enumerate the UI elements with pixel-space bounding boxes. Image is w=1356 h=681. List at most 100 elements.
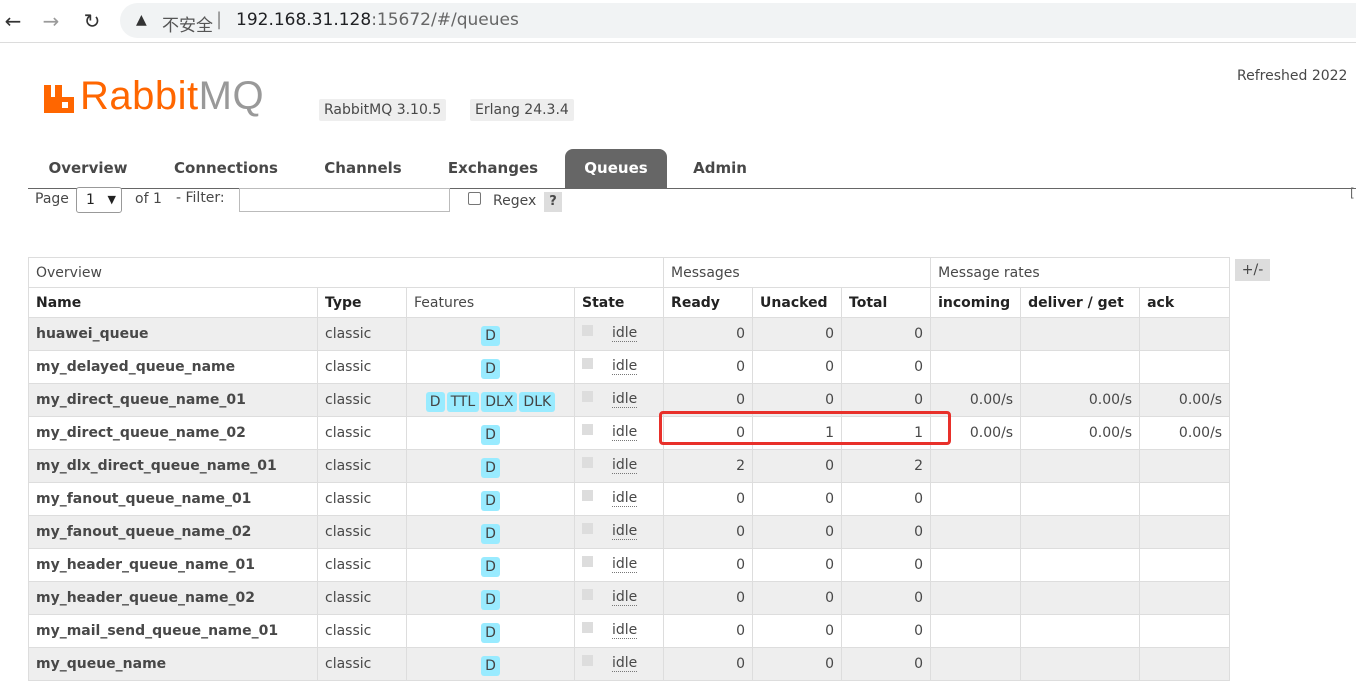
unacked-count: 0 xyxy=(752,317,843,351)
state-indicator-icon xyxy=(582,457,593,468)
reload-icon[interactable]: ↻ xyxy=(79,8,105,34)
feature-badge: D xyxy=(481,557,500,577)
tab-connections[interactable]: Connections xyxy=(166,149,286,188)
col-ack[interactable]: ack xyxy=(1139,287,1231,318)
page-select[interactable]: 1 ▼ xyxy=(76,187,122,213)
col-name[interactable]: Name xyxy=(28,287,318,318)
queue-name-link[interactable]: my_direct_queue_name_02 xyxy=(28,416,318,450)
tab-channels[interactable]: Channels xyxy=(315,149,411,188)
deliver-get-rate xyxy=(1020,317,1141,351)
total-count: 0 xyxy=(841,482,932,516)
state-label: idle xyxy=(612,523,638,540)
feature-badge: TTL xyxy=(446,392,480,412)
regex-label: Regex xyxy=(493,193,537,209)
total-count: 0 xyxy=(841,317,932,351)
tab-queues[interactable]: Queues xyxy=(565,149,667,188)
incoming-rate xyxy=(930,647,1022,681)
queue-name-link[interactable]: my_delayed_queue_name xyxy=(28,350,318,384)
queue-state: idle xyxy=(573,350,665,384)
filter-label: - Filter: xyxy=(176,190,225,206)
queue-name-link[interactable]: my_header_queue_name_01 xyxy=(28,548,318,582)
incoming-rate xyxy=(930,581,1022,615)
queue-state: idle xyxy=(573,614,665,648)
table-row[interactable]: my_fanout_queue_name_01 classic Didle 0 0 0 xyxy=(28,482,1231,516)
deliver-get-rate xyxy=(1020,350,1141,384)
col-type[interactable]: Type xyxy=(317,287,407,318)
queue-type: classic xyxy=(317,449,407,483)
ack-rate xyxy=(1139,515,1231,549)
table-row[interactable]: my_dlx_direct_queue_name_01 classic Didle 2… xyxy=(28,449,1231,483)
table-row[interactable]: my_delayed_queue_name classic Didle 0 0 0 xyxy=(28,350,1231,384)
table-row[interactable]: my_queue_name classic Didle 0 0 0 xyxy=(28,647,1231,681)
url-path: :15672/#/queues xyxy=(371,10,519,30)
page-select-value: 1 xyxy=(86,192,95,208)
col-ready[interactable]: Ready xyxy=(663,287,754,318)
queue-state: idle xyxy=(573,317,665,351)
state-indicator-icon xyxy=(582,523,593,534)
ready-count: 0 xyxy=(663,317,754,351)
queue-type: classic xyxy=(317,614,407,648)
table-row[interactable]: my_header_queue_name_01 classic Didle 0 0 0 xyxy=(28,548,1231,582)
warning-triangle-icon[interactable]: ▲ xyxy=(136,12,152,28)
rabbitmq-version-badge: RabbitMQ 3.10.5 xyxy=(319,99,447,121)
incoming-rate xyxy=(930,482,1022,516)
col-total[interactable]: Total xyxy=(841,287,932,318)
queue-state: idle xyxy=(573,383,665,417)
regex-checkbox[interactable] xyxy=(468,192,481,205)
page-count-label: of 1 xyxy=(135,191,162,207)
queue-features: D TTL DLX DLK xyxy=(406,383,575,417)
col-state[interactable]: State xyxy=(573,287,665,318)
state-indicator-icon xyxy=(582,325,593,336)
queue-name-link[interactable]: my_queue_name xyxy=(28,647,318,681)
logo-text-mq: MQ xyxy=(198,74,265,118)
security-label[interactable]: 不安全 xyxy=(162,11,213,36)
rabbit-logo-icon xyxy=(44,85,74,113)
queue-name-link[interactable]: my_mail_send_queue_name_01 xyxy=(28,614,318,648)
incoming-rate: 0.00/s xyxy=(930,383,1022,417)
total-count: 0 xyxy=(841,515,932,549)
group-message-rates: Message rates xyxy=(930,257,1231,288)
queue-name-link[interactable]: my_fanout_queue_name_01 xyxy=(28,482,318,516)
tab-overview[interactable]: Overview xyxy=(38,149,138,188)
columns-toggle-button[interactable]: +/- xyxy=(1235,259,1270,281)
tab-admin[interactable]: Admin xyxy=(685,149,755,188)
arrow-right-icon[interactable]: → xyxy=(38,8,64,34)
table-row[interactable]: my_direct_queue_name_02 classic Didle 0 1 1 0.… xyxy=(28,416,1231,450)
total-count: 0 xyxy=(841,548,932,582)
regex-help-button[interactable]: ? xyxy=(544,192,562,212)
ready-count: 0 xyxy=(663,350,754,384)
unacked-count: 0 xyxy=(752,581,843,615)
queue-name-link[interactable]: my_dlx_direct_queue_name_01 xyxy=(28,449,318,483)
address-bar[interactable]: ▲ 不安全 | 192.168.31.128:15672/#/queues xyxy=(120,3,1356,38)
deliver-get-rate xyxy=(1020,614,1141,648)
queue-type: classic xyxy=(317,548,407,582)
queue-name-link[interactable]: my_fanout_queue_name_02 xyxy=(28,515,318,549)
col-unacked[interactable]: Unacked xyxy=(752,287,843,318)
queue-type: classic xyxy=(317,581,407,615)
feature-badge: D xyxy=(481,524,500,544)
queue-name-link[interactable]: huawei_queue xyxy=(28,317,318,351)
col-incoming[interactable]: incoming xyxy=(930,287,1022,318)
col-deliver-get[interactable]: deliver / get xyxy=(1020,287,1141,318)
total-count: 0 xyxy=(841,614,932,648)
queue-name-link[interactable]: my_direct_queue_name_01 xyxy=(28,383,318,417)
tab-exchanges[interactable]: Exchanges xyxy=(438,149,548,188)
group-overview: Overview xyxy=(27,257,665,288)
table-row[interactable]: my_direct_queue_name_01 classic D TTL DLX DLK… xyxy=(28,383,1231,417)
table-row[interactable]: huawei_queue classic Didle 0 0 0 xyxy=(28,317,1231,351)
total-count: 1 xyxy=(841,416,932,450)
table-row[interactable]: my_mail_send_queue_name_01 classic Didle 0 0… xyxy=(28,614,1231,648)
queue-type: classic xyxy=(317,482,407,516)
filter-input[interactable] xyxy=(239,188,450,212)
arrow-left-icon[interactable]: ← xyxy=(0,8,26,34)
queue-state: idle xyxy=(573,548,665,582)
ready-count: 0 xyxy=(663,614,754,648)
table-row[interactable]: my_fanout_queue_name_02 classic Didle 0 0 0 xyxy=(28,515,1231,549)
url-text[interactable]: 192.168.31.128:15672/#/queues xyxy=(236,10,519,30)
tabs-divider xyxy=(28,188,1356,189)
table-row[interactable]: my_header_queue_name_02 classic Didle 0 0 0 xyxy=(28,581,1231,615)
main-tabs: Overview Connections Channels Exchanges … xyxy=(28,149,1356,188)
queue-type: classic xyxy=(317,416,407,450)
queue-name-link[interactable]: my_header_queue_name_02 xyxy=(28,581,318,615)
ready-count: 0 xyxy=(663,482,754,516)
